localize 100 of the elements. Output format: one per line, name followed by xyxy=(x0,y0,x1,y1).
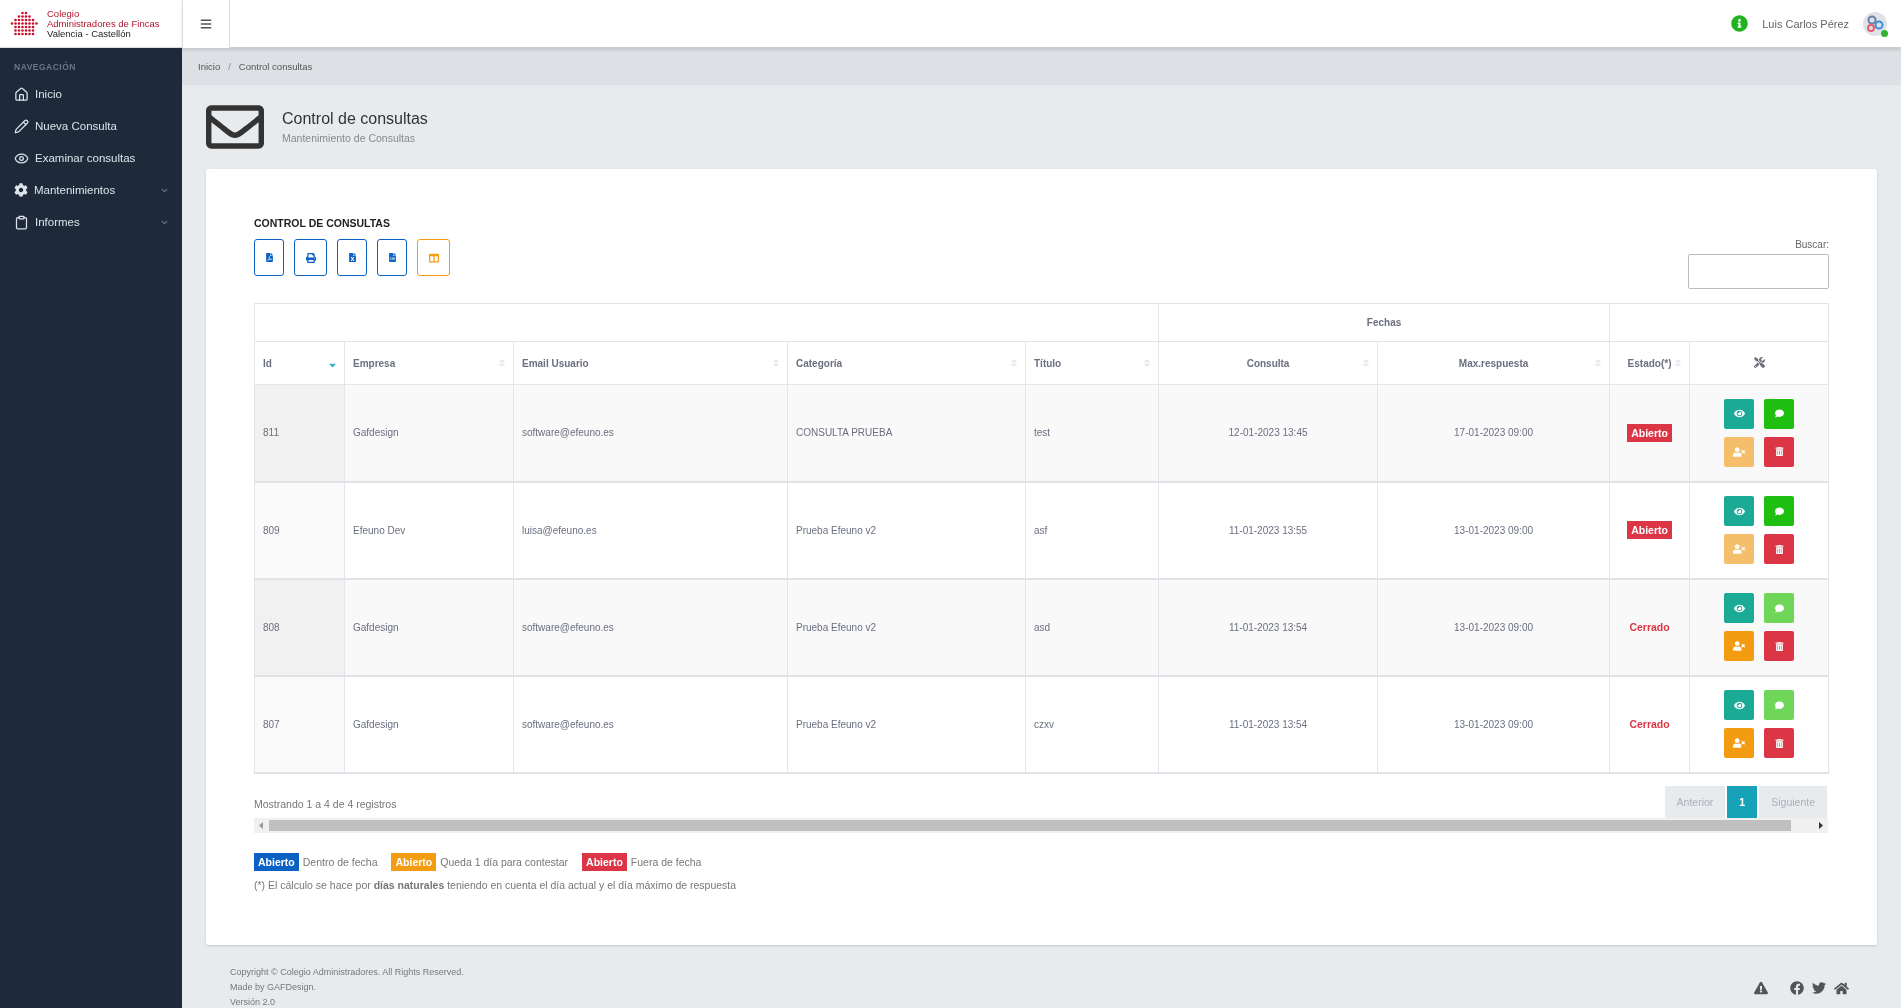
table-cell: asd xyxy=(1025,578,1159,676)
comment-button[interactable] xyxy=(1764,593,1795,623)
tools-icon xyxy=(1753,356,1765,368)
comment-button[interactable] xyxy=(1764,690,1795,720)
table-cell: 11-01-2023 13:54 xyxy=(1158,578,1378,676)
table-cell: software@efeuno.es xyxy=(513,578,788,676)
card-title: CONTROL DE CONSULTAS xyxy=(254,217,391,229)
breadcrumb-link[interactable]: Inicio xyxy=(198,61,221,72)
gears-icon xyxy=(1866,14,1885,33)
print-button[interactable] xyxy=(294,239,327,276)
facebook-icon[interactable] xyxy=(1790,981,1805,995)
delete-button[interactable] xyxy=(1764,436,1795,467)
column-header[interactable]: Empresa xyxy=(344,341,514,385)
page-title: Control de consultas xyxy=(282,110,428,128)
export-button[interactable] xyxy=(254,239,284,276)
home-icon[interactable] xyxy=(1834,981,1850,996)
breadcrumb-link[interactable]: Control consultas xyxy=(238,61,313,72)
speech-bubble-icon xyxy=(1774,409,1784,419)
export-button[interactable] xyxy=(337,239,367,276)
table-cell: Prueba Efeuno v2 xyxy=(787,578,1026,676)
column-header[interactable]: Consulta xyxy=(1158,341,1378,385)
sidebar-item-label: Informes xyxy=(35,216,81,228)
trash-icon xyxy=(1774,641,1784,651)
table-cell: software@efeuno.es xyxy=(513,384,788,482)
printer-icon xyxy=(305,252,316,263)
sidebar-item[interactable]: Inicio xyxy=(0,78,182,110)
view-button[interactable] xyxy=(1724,593,1755,623)
footer-text: Made by GAFDesign. xyxy=(230,982,318,992)
eye-icon xyxy=(14,150,29,166)
logo-text: Valencia - Castellón xyxy=(47,28,132,39)
menu-icon xyxy=(200,17,212,30)
warning-icon[interactable] xyxy=(1754,981,1769,995)
csv-file-icon xyxy=(387,253,397,262)
trash-icon xyxy=(1774,544,1784,554)
info-icon[interactable] xyxy=(1731,15,1749,32)
footer-text: Copyright © Colegio Administradores. All Rights Reserved. xyxy=(230,967,464,977)
sidebar-heading: NAVEGACIÓN xyxy=(13,62,77,74)
column-header[interactable]: Id xyxy=(254,341,345,385)
logo-icon xyxy=(10,11,41,36)
table-cell: Gafdesign xyxy=(344,384,514,482)
column-header[interactable]: Email Usuario xyxy=(513,341,788,385)
table-cell: 809 xyxy=(254,481,345,579)
logo-text: Colegio xyxy=(47,8,80,19)
table-cell: Gafdesign xyxy=(344,578,514,676)
table-cell: 808 xyxy=(254,578,345,676)
sidebar-item[interactable]: Nueva Consulta xyxy=(0,110,182,142)
pdf-file-icon xyxy=(264,253,274,262)
user-remove-icon xyxy=(1733,737,1746,749)
twitter-icon[interactable] xyxy=(1812,981,1827,995)
legend-text: Fuera de fecha xyxy=(630,855,702,868)
comment-button[interactable] xyxy=(1764,496,1795,526)
column-header[interactable]: Max.respuesta xyxy=(1377,341,1610,385)
sidebar-item-label: Inicio xyxy=(35,88,63,100)
user-remove-icon xyxy=(1733,445,1746,458)
view-button[interactable] xyxy=(1724,690,1755,720)
remove-user-button[interactable] xyxy=(1724,534,1755,564)
sidebar-item-label: Mantenimientos xyxy=(34,184,117,196)
table-cell: luisa@efeuno.es xyxy=(513,481,788,579)
clipboard-icon xyxy=(14,214,29,230)
column-header[interactable]: Categoría xyxy=(787,341,1026,385)
search-field[interactable] xyxy=(1688,254,1830,289)
table-cell: 811 xyxy=(254,384,345,482)
sidebar-item[interactable]: Examinar consultas xyxy=(0,142,182,174)
comment-button[interactable] xyxy=(1764,398,1795,429)
table-cell: 12-01-2023 13:45 xyxy=(1158,384,1378,482)
horizontal-scrollbar[interactable] xyxy=(254,817,1828,833)
export-button[interactable] xyxy=(377,239,407,276)
columns-button[interactable] xyxy=(417,239,450,276)
legend-badge: Abierto xyxy=(391,852,437,871)
status-badge: Abierto xyxy=(1627,521,1672,539)
delete-button[interactable] xyxy=(1764,631,1795,661)
pagination-button[interactable]: 1 xyxy=(1727,785,1758,818)
table-cell: Gafdesign xyxy=(344,675,514,773)
legend-text: Queda 1 día para contestar xyxy=(440,855,569,868)
view-button[interactable] xyxy=(1724,496,1755,526)
excel-file-icon xyxy=(347,253,357,262)
delete-button[interactable] xyxy=(1764,728,1795,758)
home-icon xyxy=(14,86,29,102)
eye-icon xyxy=(1733,505,1745,517)
eye-icon xyxy=(1733,408,1745,420)
user-name[interactable]: Luis Carlos Pérez xyxy=(1762,17,1850,30)
menu-button[interactable] xyxy=(182,0,230,48)
table-cell: Prueba Efeuno v2 xyxy=(787,675,1026,773)
table-cell: czxv xyxy=(1025,675,1159,773)
view-button[interactable] xyxy=(1724,398,1755,429)
column-header[interactable]: Estado(*) xyxy=(1609,341,1690,385)
remove-user-button[interactable] xyxy=(1724,728,1755,758)
table-cell: software@efeuno.es xyxy=(513,675,788,773)
gear-icon xyxy=(14,183,28,197)
user-avatar[interactable] xyxy=(1863,11,1888,36)
sidebar-item[interactable]: Informes xyxy=(0,206,182,238)
logo-text: Administradores de Fincas xyxy=(47,18,160,29)
remove-user-button[interactable] xyxy=(1724,436,1755,467)
remove-user-button[interactable] xyxy=(1724,631,1755,661)
column-header[interactable]: Título xyxy=(1025,341,1159,385)
table-cell: 17-01-2023 09:00 xyxy=(1377,384,1610,482)
delete-button[interactable] xyxy=(1764,534,1795,564)
sidebar-item[interactable]: Mantenimientos xyxy=(0,174,182,206)
table-cell: Prueba Efeuno v2 xyxy=(787,481,1026,579)
breadcrumb-separator: / xyxy=(228,61,231,72)
